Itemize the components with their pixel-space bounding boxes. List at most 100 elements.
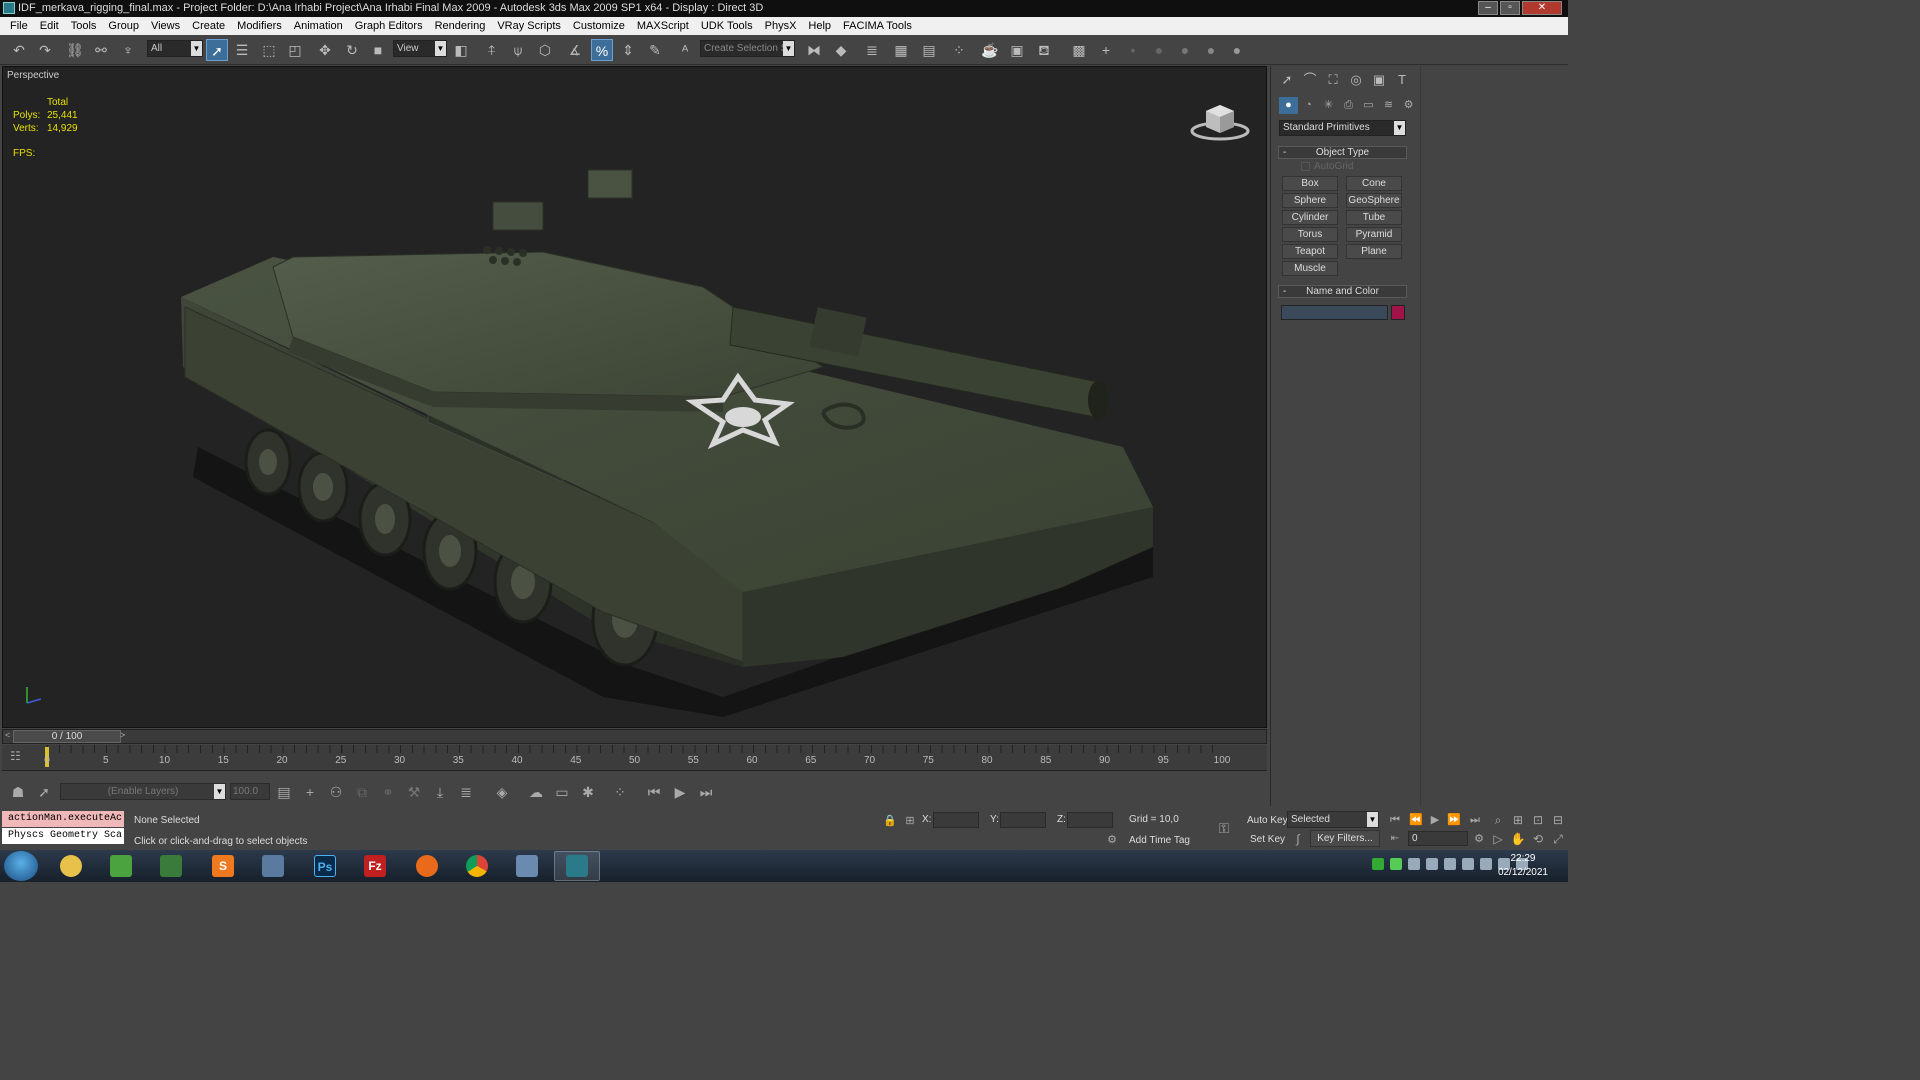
time-tag-icon[interactable]: ⚙ (1104, 832, 1120, 848)
menu-views[interactable]: Views (145, 17, 186, 35)
menu-create[interactable]: Create (186, 17, 231, 35)
viewcube[interactable] (1190, 97, 1250, 141)
menu-modifiers[interactable]: Modifiers (231, 17, 288, 35)
menu-physx[interactable]: PhysX (759, 17, 803, 35)
render-setup-icon[interactable]: ☕ (979, 39, 1001, 61)
object-name-field[interactable] (1281, 305, 1388, 320)
cameras-icon[interactable]: ⎙ (1339, 97, 1358, 114)
dot-icon[interactable]: ● (1148, 39, 1170, 61)
tray-icon[interactable] (1408, 858, 1420, 870)
spinner-snap-icon[interactable]: ⇕ (617, 39, 639, 61)
network-status-icon[interactable] (1480, 858, 1492, 870)
key-filters-button[interactable]: Key Filters... (1310, 830, 1380, 847)
undo-icon[interactable]: ↶ (8, 39, 30, 61)
key-mode-toggle-icon[interactable]: ⇤ (1385, 829, 1405, 849)
object-type-rollout[interactable]: - Object Type (1278, 146, 1407, 159)
add-time-tag[interactable]: Add Time Tag (1129, 835, 1190, 846)
display-tab-icon[interactable]: ▣ (1369, 70, 1389, 90)
taskbar-app-3dsmax[interactable] (554, 851, 600, 881)
physx-icon[interactable]: ◈ (492, 782, 512, 802)
minimize-button[interactable]: – (1478, 1, 1498, 15)
go-to-start-icon[interactable]: ⏮ (1385, 810, 1405, 830)
sphere-button[interactable]: Sphere (1282, 193, 1338, 208)
reference-coordinate-dropdown[interactable]: View ▼ (393, 40, 447, 57)
time-slider[interactable]: < 0 / 100 > (2, 729, 1267, 744)
unlink-icon[interactable]: ⚯ (90, 39, 112, 61)
taskbar-clock[interactable]: 22:29 02/12/2021 (1498, 852, 1548, 880)
link-icon[interactable]: ⚭ (378, 782, 398, 802)
taskbar-app-monitor[interactable] (148, 851, 194, 881)
set-key-icon[interactable]: ∫ (1288, 829, 1308, 849)
taskbar-app-network[interactable] (504, 851, 550, 881)
select-by-name-icon[interactable]: ☰ (231, 39, 253, 61)
time-slider-prev-arrow[interactable]: < (5, 730, 10, 740)
maximize-viewport-icon[interactable]: ⤢ (1548, 829, 1568, 849)
helpers-icon[interactable]: ▭ (1359, 97, 1378, 114)
motion-tab-icon[interactable]: ◎ (1346, 70, 1366, 90)
muscle-button[interactable]: Muscle (1282, 261, 1338, 276)
geosphere-button[interactable]: GeoSphere (1346, 193, 1402, 208)
menu-file[interactable]: File (4, 17, 34, 35)
field-of-view-icon[interactable]: ▷ (1488, 829, 1508, 849)
pyramid-button[interactable]: Pyramid (1346, 227, 1402, 242)
group-icon[interactable]: ⚇ (326, 782, 346, 802)
cone-button[interactable]: Cone (1346, 176, 1402, 191)
set-key-button[interactable]: Set Key (1250, 834, 1285, 845)
menu-group[interactable]: Group (102, 17, 145, 35)
zoom-all-icon[interactable]: ⊞ (1508, 810, 1528, 830)
align-icon[interactable]: ◆ (830, 39, 852, 61)
menu-facima-tools[interactable]: FACIMA Tools (837, 17, 918, 35)
modify-tab-icon[interactable]: ⌒ (1300, 70, 1320, 90)
sphere-icon[interactable]: ● (1226, 39, 1248, 61)
track-bar[interactable]: ☷ 0 5 10 15 20 25 30 35 40 45 50 55 60 65 70 75 80 85 90 95… (2, 745, 1267, 771)
list-icon[interactable]: ▤ (274, 782, 294, 802)
render-production-icon[interactable]: ⛾ (1033, 39, 1055, 61)
hierarchy-tab-icon[interactable]: ⛶ (1323, 70, 1343, 90)
rectangular-selection-icon[interactable]: ⬚ (258, 39, 280, 61)
zoom-extents-icon[interactable]: ⊡ (1528, 810, 1548, 830)
plane-button[interactable]: Plane (1346, 244, 1402, 259)
selection-filter-dropdown[interactable]: All ▼ (147, 40, 203, 57)
menu-vray-scripts[interactable]: VRay Scripts (491, 17, 567, 35)
y-coordinate-field[interactable] (1000, 812, 1046, 828)
taskbar-app-chrome[interactable] (454, 851, 500, 881)
play-icon[interactable]: ▶ (670, 782, 690, 802)
absolute-mode-icon[interactable]: ⊞ (900, 811, 920, 831)
download-icon[interactable]: ⤓ (430, 782, 450, 802)
menu-help[interactable]: Help (802, 17, 837, 35)
tray-icon[interactable] (1426, 858, 1438, 870)
lights-icon[interactable]: ✳ (1319, 97, 1338, 114)
copy-icon[interactable]: ⧉ (352, 782, 372, 802)
mirror-icon[interactable]: ⧓ (803, 39, 825, 61)
zoom-icon[interactable]: ⌕ (1488, 810, 1508, 830)
edit-named-selection-icon[interactable]: ✎ (644, 39, 666, 61)
layer-manager-icon[interactable]: ≣ (861, 39, 883, 61)
time-slider-next-arrow[interactable]: > (120, 730, 125, 740)
scale-icon[interactable]: ■ (367, 39, 389, 61)
value-spinner[interactable]: 100.0 (230, 783, 270, 800)
teapot-button[interactable]: Teapot (1282, 244, 1338, 259)
shapes-icon[interactable]: ◔ (1299, 97, 1318, 114)
time-slider-thumb[interactable]: 0 / 100 (13, 730, 121, 743)
move-icon[interactable]: ✥ (314, 39, 336, 61)
script-editor-icon[interactable]: ▩ (1068, 39, 1090, 61)
menu-edit[interactable]: Edit (34, 17, 65, 35)
go-to-start-icon[interactable]: ⏮ (644, 782, 664, 802)
box-button[interactable]: Box (1282, 176, 1338, 191)
tray-icon[interactable] (1390, 858, 1402, 870)
cylinder-button[interactable]: Cylinder (1282, 210, 1338, 225)
name-and-color-rollout[interactable]: - Name and Color (1278, 285, 1407, 298)
orbit-icon[interactable]: ⟲ (1528, 829, 1548, 849)
torus-button[interactable]: Torus (1282, 227, 1338, 242)
snaps-toggle-icon[interactable]: ⬡ (534, 39, 556, 61)
autogrid-checkbox[interactable]: AutoGrid (1301, 161, 1353, 172)
current-frame-field[interactable]: 0 (1408, 831, 1468, 846)
menu-rendering[interactable]: Rendering (429, 17, 492, 35)
menu-graph-editors[interactable]: Graph Editors (349, 17, 429, 35)
simulate-icon[interactable]: ☁ (526, 782, 546, 802)
layers-dropdown[interactable]: (Enable Layers) ▼ (60, 783, 226, 800)
utilities-tab-icon[interactable]: T (1392, 70, 1412, 90)
character-icon[interactable]: ✱ (578, 782, 598, 802)
menu-tools[interactable]: Tools (65, 17, 103, 35)
sphere-icon[interactable]: ● (1174, 39, 1196, 61)
